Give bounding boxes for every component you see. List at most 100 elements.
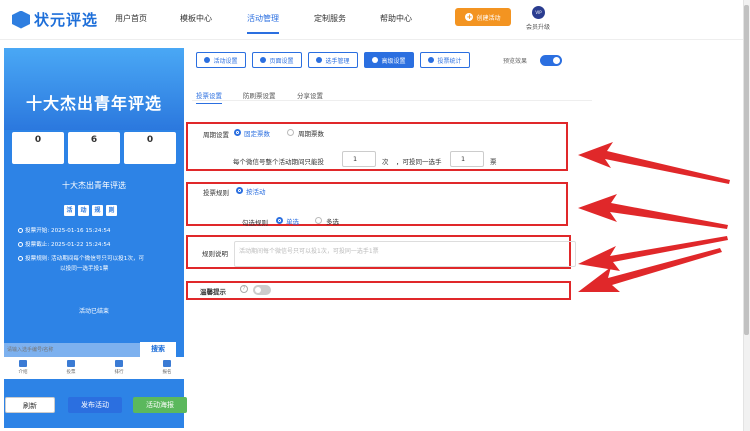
- radio-by-activity[interactable]: [236, 187, 243, 194]
- tab-share-settings[interactable]: 分享设置: [297, 90, 323, 100]
- check-rule-label: 勾选规则: [242, 219, 268, 227]
- rule-description-textarea[interactable]: 活动期间每个微信号只可以投1次，可投同一选手1票: [234, 241, 576, 267]
- advanced-settings-button[interactable]: 高级设置: [364, 52, 414, 68]
- button-label: 高级设置: [381, 57, 406, 65]
- page-icon: [260, 57, 267, 63]
- divider: [192, 100, 592, 101]
- rule-text: 投票规则: 活动期间每个微信号只可以投1次，可: [25, 256, 145, 262]
- poster-button[interactable]: 活动海报: [133, 397, 187, 413]
- button-label: 选手管理: [325, 57, 350, 65]
- period-label: 周期设置: [203, 131, 229, 139]
- radio-cycle[interactable]: [287, 129, 294, 136]
- single-label[interactable]: 单选: [286, 216, 299, 226]
- by-activity-label[interactable]: 按活动: [246, 186, 266, 196]
- times-unit: 次: [382, 158, 389, 166]
- button-label: 投票统计: [437, 57, 462, 65]
- stat-num: 0: [34, 135, 42, 145]
- tab-anti-cheat[interactable]: 防刷票设置: [243, 90, 276, 100]
- tab-label: 排行: [114, 370, 124, 375]
- flag-icon: [67, 360, 75, 367]
- activity-ended: 活动已结束: [78, 308, 109, 315]
- plus-icon: +: [465, 13, 474, 21]
- cycle-label[interactable]: 周期票数: [298, 128, 324, 138]
- create-activity-label: 创建活动: [476, 14, 501, 22]
- logo-text: 状元评选: [34, 11, 99, 29]
- rule-text: 投票截止: 2025-01-22 15:24:54: [25, 242, 111, 248]
- radio-single[interactable]: [276, 217, 283, 224]
- activity-settings-button[interactable]: 活动设置: [196, 52, 246, 68]
- fixed-label[interactable]: 固定票数: [244, 128, 270, 138]
- section-title: 十大杰出青年评选: [62, 181, 126, 190]
- clock-icon: [18, 228, 23, 233]
- desc-prefix: 每个微信号整个活动期间只能投: [233, 158, 324, 166]
- chart-icon: [115, 360, 123, 367]
- annotation-arrows: [578, 142, 730, 292]
- vip-icon[interactable]: VIP: [532, 6, 545, 19]
- stat-label: 访问量: [140, 156, 159, 163]
- button-label: 活动设置: [213, 57, 238, 65]
- radio-multi[interactable]: [315, 217, 322, 224]
- stat-label: 选手数: [84, 156, 103, 163]
- rules-badge: 规: [92, 205, 103, 216]
- rules-badge: 活: [64, 205, 75, 216]
- rule-start: 投票开始: 2025-01-16 15:24:54: [18, 226, 178, 236]
- tab-intro[interactable]: 介绍: [8, 360, 38, 375]
- tab-label: 投票: [66, 370, 76, 375]
- tip-toggle[interactable]: [253, 285, 271, 295]
- rule-vote: 投票规则: 活动期间每个微信号只可以投1次，可: [18, 254, 178, 264]
- intro-icon: [19, 360, 27, 367]
- create-activity-button[interactable]: + 创建活动: [455, 8, 511, 26]
- tab-rank[interactable]: 排行: [104, 360, 134, 375]
- search-button[interactable]: 搜索: [140, 342, 176, 357]
- refresh-button[interactable]: 刷新: [5, 397, 55, 413]
- preview-title: 十大杰出青年评选: [25, 94, 162, 113]
- nav-help[interactable]: 帮助中心: [380, 13, 412, 24]
- logo[interactable]: 状元评选: [12, 9, 98, 30]
- stat-num: 6: [90, 135, 98, 145]
- stat-num: 0: [146, 135, 154, 145]
- top-nav: 状元评选 用户首页 模板中心 活动管理 定制服务 帮助中心 + 创建活动 VIP…: [0, 0, 750, 40]
- preview-effect-label: 预览效果: [503, 58, 528, 65]
- clock-icon: [18, 242, 23, 247]
- arrow-icon: [578, 194, 728, 229]
- button-label: 页面设置: [269, 57, 294, 65]
- tab-vote[interactable]: 投票: [56, 360, 86, 375]
- rule-vote-cont: 以投同一选手投1票: [60, 266, 109, 272]
- vote-stats-button[interactable]: 投票统计: [420, 52, 470, 68]
- preview-toggle[interactable]: [540, 55, 562, 66]
- multi-label[interactable]: 多选: [326, 216, 339, 226]
- desc-mid: ，可投同一选手: [396, 158, 442, 166]
- arrow-icon: [578, 142, 730, 184]
- rules-badge: 动: [78, 205, 89, 216]
- tab-vote-settings[interactable]: 投票设置: [196, 90, 222, 104]
- stat-label: 总票数: [28, 156, 47, 163]
- rule-label: 投票规则: [203, 189, 229, 197]
- tab-signup[interactable]: 报名: [152, 360, 182, 375]
- per-contestant-input[interactable]: 1: [450, 151, 484, 167]
- tab-label: 报名: [162, 370, 172, 375]
- rules-heading: 活 动 规 则: [64, 205, 117, 216]
- contestant-mgmt-button[interactable]: 选手管理: [308, 52, 358, 68]
- nav-custom[interactable]: 定制服务: [314, 13, 346, 24]
- bar-chart-icon: [428, 57, 435, 63]
- scrollbar-thumb[interactable]: [744, 5, 749, 335]
- times-input[interactable]: 1: [342, 151, 376, 167]
- publish-button[interactable]: 发布活动: [68, 397, 122, 413]
- vote-unit: 票: [490, 158, 497, 166]
- nav-activity-mgmt[interactable]: 活动管理: [247, 13, 279, 34]
- radio-fixed[interactable]: [234, 129, 241, 136]
- help-icon[interactable]: ?: [240, 285, 248, 293]
- page-settings-button[interactable]: 页面设置: [252, 52, 302, 68]
- vip-upgrade-label[interactable]: 会员升级: [526, 22, 550, 31]
- nav-home[interactable]: 用户首页: [115, 13, 147, 24]
- cube-icon: [12, 10, 30, 29]
- rule-text: 投票开始: 2025-01-16 15:24:54: [25, 228, 111, 234]
- settings-icon: [372, 57, 379, 63]
- tip-label: 温馨提示: [200, 288, 226, 296]
- preview-banner: 十大杰出青年评选: [4, 48, 184, 130]
- signup-icon: [163, 360, 171, 367]
- search-input[interactable]: [4, 343, 134, 357]
- nav-templates[interactable]: 模板中心: [180, 13, 212, 24]
- info-icon: [18, 256, 23, 261]
- users-icon: [316, 57, 323, 63]
